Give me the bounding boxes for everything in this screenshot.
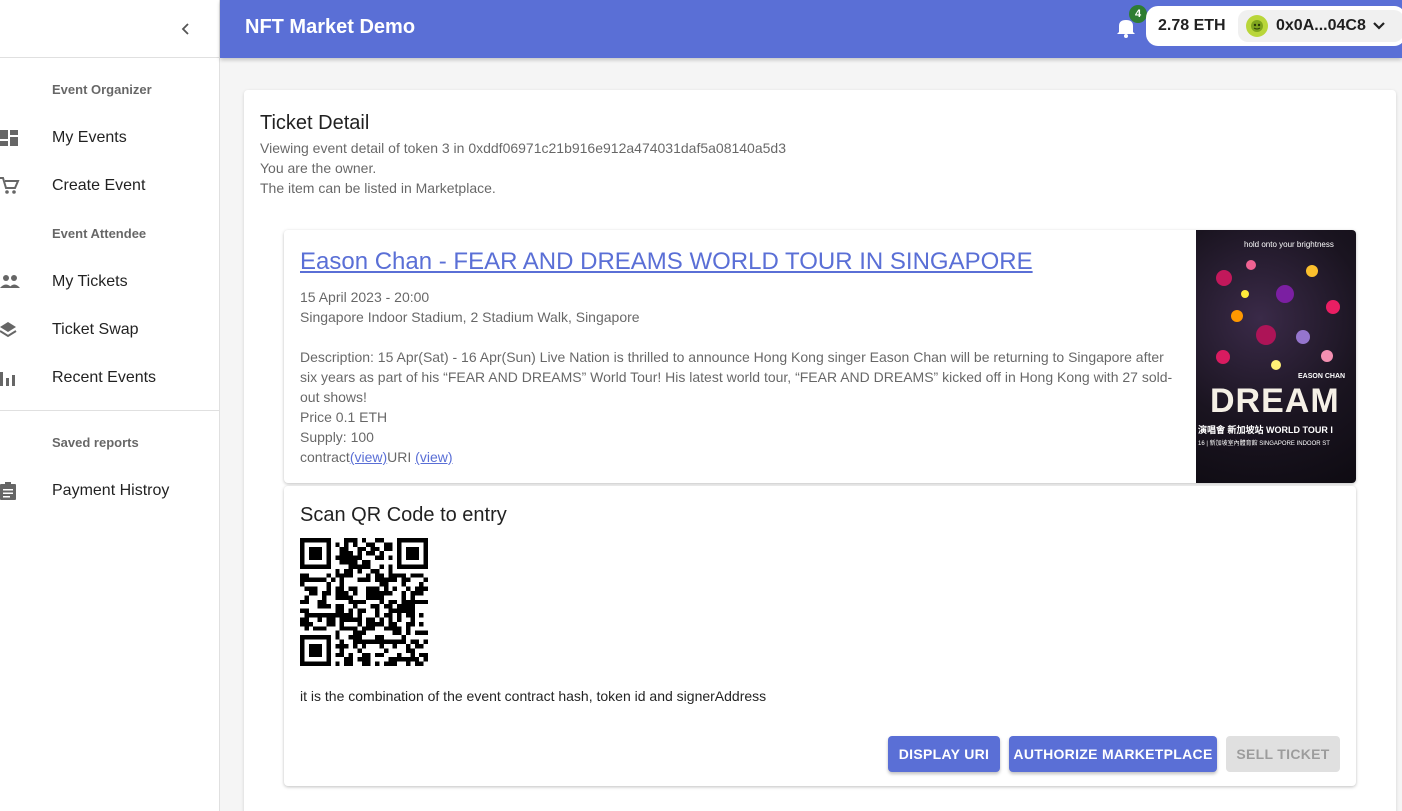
- app-bar: NFT Market Demo 4 2.78 ETH 0x0A...04C8: [220, 0, 1402, 58]
- bar-chart-icon: [0, 372, 15, 386]
- sidebar-item-label: Payment Histroy: [52, 482, 170, 499]
- eth-balance: 2.78 ETH: [1158, 17, 1226, 34]
- layers-icon: [0, 322, 17, 338]
- sidebar-item-recent-events[interactable]: Recent Events: [0, 354, 219, 402]
- avatar: [1246, 15, 1268, 37]
- poster-tagline: hold onto your brightness: [1244, 240, 1334, 249]
- sidebar-item-label: Create Event: [52, 177, 146, 194]
- avatar-icon: [1251, 20, 1263, 32]
- poster-headline: DREAM: [1210, 382, 1340, 420]
- display-uri-button[interactable]: DISPLAY URI: [888, 736, 1000, 772]
- shopping-cart-icon: [0, 177, 20, 194]
- event-venue: Singapore Indoor Stadium, 2 Stadium Walk…: [300, 309, 640, 325]
- sidebar-item-ticket-swap[interactable]: Ticket Swap: [0, 306, 219, 354]
- app-title: NFT Market Demo: [245, 16, 416, 38]
- qr-explanation-text: it is the combination of the event contr…: [300, 688, 767, 704]
- poster-subline: 演唱會 新加坡站 WORLD TOUR I: [1198, 425, 1333, 435]
- authorize-marketplace-button[interactable]: AUTHORIZE MARKETPLACE: [1009, 736, 1217, 772]
- section-header-event-attendee: Event Attendee: [52, 226, 147, 241]
- marketplace-status-text: The item can be listed in Marketplace.: [260, 180, 496, 196]
- people-icon: [0, 275, 20, 288]
- poster-artist: EASON CHAN: [1298, 373, 1346, 380]
- sidebar-item-label: Ticket Swap: [52, 321, 139, 338]
- sidebar-item-label: Recent Events: [52, 369, 157, 386]
- uri-label: URI: [387, 449, 412, 465]
- section-header-saved-reports: Saved reports: [52, 435, 139, 450]
- event-description: Description: 15 Apr(Sat) - 16 Apr(Sun) L…: [300, 349, 1173, 405]
- notification-badge: 4: [1129, 5, 1147, 23]
- collapse-sidebar-button[interactable]: [171, 14, 201, 44]
- qr-section-title: Scan QR Code to entry: [300, 504, 507, 526]
- section-header-event-organizer: Event Organizer: [52, 82, 152, 97]
- sidebar-divider: [0, 410, 219, 411]
- event-poster-image: hold onto your brightness EASON CHAN DRE…: [1196, 230, 1356, 483]
- qr-code-card: Scan QR Code to entry it is the combinat…: [284, 486, 1356, 786]
- token-info-text: Viewing event detail of token 3 in 0xddf…: [260, 140, 786, 156]
- event-links: contract(view)URI (view): [300, 447, 453, 467]
- chevron-down-icon: [1373, 22, 1385, 30]
- view-contract-link[interactable]: (view): [350, 449, 387, 465]
- account-selector[interactable]: 0x0A...04C8: [1238, 10, 1402, 42]
- sidebar-item-payment-history[interactable]: Payment Histroy: [0, 467, 219, 515]
- page-title: Ticket Detail: [260, 112, 370, 134]
- qr-code-image: [300, 538, 428, 666]
- dashboard-icon: [0, 130, 18, 146]
- event-title-link[interactable]: Eason Chan - FEAR AND DREAMS WORLD TOUR …: [300, 248, 1033, 276]
- event-datetime: 15 April 2023 - 20:00: [300, 289, 430, 305]
- poster-venue-line: 16 | 新加坡室內體育館 SINGAPORE INDOOR ST: [1198, 441, 1330, 447]
- event-card: Eason Chan - FEAR AND DREAMS WORLD TOUR …: [284, 230, 1356, 483]
- chevron-left-icon: [181, 23, 189, 35]
- owner-status-text: You are the owner.: [260, 160, 377, 176]
- account-address: 0x0A...04C8: [1276, 17, 1366, 34]
- sidebar-item-my-events[interactable]: My Events: [0, 114, 219, 162]
- sell-ticket-button: SELL TICKET: [1226, 736, 1340, 772]
- event-price: Price 0.1 ETH: [300, 409, 388, 425]
- contract-label: contract: [300, 449, 350, 465]
- sidebar-header: [0, 0, 219, 58]
- sidebar-item-my-tickets[interactable]: My Tickets: [0, 258, 219, 306]
- assignment-icon: [0, 482, 16, 500]
- event-supply: Supply: 100: [300, 429, 374, 445]
- wallet-button[interactable]: 2.78 ETH 0x0A...04C8: [1146, 6, 1402, 46]
- view-uri-link[interactable]: (view): [415, 449, 452, 465]
- ticket-detail-card: Ticket Detail Viewing event detail of to…: [244, 90, 1396, 811]
- sidebar: Event Organizer My Events Create Event E…: [0, 0, 220, 811]
- sidebar-item-create-event[interactable]: Create Event: [0, 162, 219, 210]
